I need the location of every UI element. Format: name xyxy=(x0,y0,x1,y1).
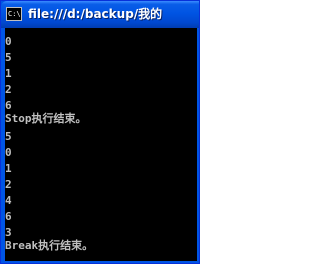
console-line: Stop执行结束。 xyxy=(5,112,87,125)
console-line: 4 xyxy=(5,194,12,207)
console-line: 2 xyxy=(5,178,12,191)
console-line: 1 xyxy=(5,67,12,80)
console-line: 1 xyxy=(5,162,12,175)
console-window: C:\ file:///d:/backup/我的 0 5 1 2 6 Stop执… xyxy=(0,0,200,264)
console-line: 5 xyxy=(5,130,12,143)
console-line: 6 xyxy=(5,210,12,223)
console-line: 0 xyxy=(5,35,12,48)
title-bar[interactable]: C:\ file:///d:/backup/我的 xyxy=(1,1,199,28)
console-line: 2 xyxy=(5,83,12,96)
console-output[interactable]: 0 5 1 2 6 Stop执行结束。 5 0 1 2 4 6 3 Break执… xyxy=(5,28,197,261)
console-window-icon[interactable]: C:\ xyxy=(6,7,22,21)
console-line: 0 xyxy=(5,146,12,159)
window-title: file:///d:/backup/我的 xyxy=(28,7,163,21)
console-line: 5 xyxy=(5,51,12,64)
console-line: Break执行结束。 xyxy=(5,239,94,252)
